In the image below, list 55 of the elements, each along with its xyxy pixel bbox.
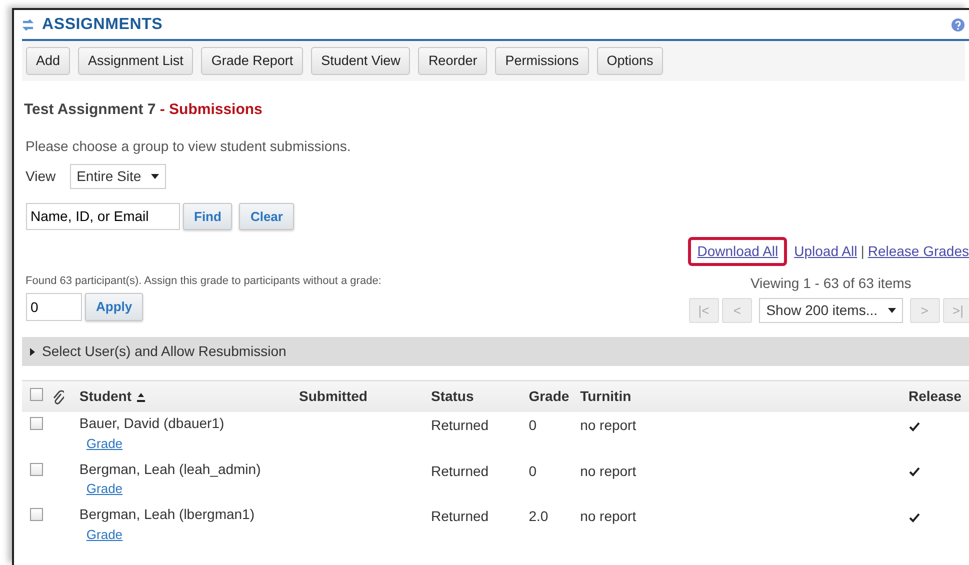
turnitin-cell: no report bbox=[580, 417, 636, 434]
toolbar-button[interactable]: Student View bbox=[311, 47, 410, 76]
row-checkbox[interactable] bbox=[30, 417, 43, 430]
column-header[interactable]: Turnitin bbox=[580, 388, 632, 404]
grade-link[interactable]: Grade bbox=[86, 524, 123, 544]
tool-title: ASSIGNMENTS bbox=[42, 14, 163, 34]
search-field[interactable]: Name, ID, or Email bbox=[26, 203, 180, 230]
sort-icon bbox=[136, 393, 146, 402]
page-size-dropdown[interactable]: Show 200 items... bbox=[759, 298, 902, 323]
turnitin-cell: no report bbox=[580, 462, 636, 479]
view-dropdown[interactable]: Entire Site bbox=[70, 164, 166, 189]
instruction-text: Please choose a group to view student submissions. bbox=[26, 136, 352, 156]
grade-field[interactable]: 0 bbox=[26, 293, 82, 321]
action-link[interactable]: Upload All bbox=[794, 241, 858, 262]
status-cell: Returned bbox=[430, 462, 489, 479]
toolbar-button[interactable]: Grade Report bbox=[201, 47, 304, 76]
arrows-icon bbox=[22, 18, 34, 32]
view-label: View bbox=[26, 166, 56, 186]
row-checkbox[interactable] bbox=[30, 462, 43, 476]
resubmission-label: Select User(s) and Allow Resubmission bbox=[42, 342, 286, 362]
turnitin-cell: no report bbox=[580, 508, 636, 524]
action-link[interactable]: Release Grades bbox=[868, 241, 969, 262]
find-button[interactable]: Find bbox=[183, 202, 232, 230]
toolbar-button[interactable]: Options bbox=[596, 47, 664, 76]
toolbar-button[interactable]: Add bbox=[26, 47, 70, 76]
grade-cell: 0 bbox=[528, 462, 536, 479]
caret-icon bbox=[30, 348, 35, 356]
student-name: Bauer, David (dbauer1) bbox=[79, 415, 226, 433]
separator: | bbox=[860, 242, 864, 262]
column-header[interactable]: Student bbox=[79, 388, 132, 404]
caret-icon bbox=[151, 174, 160, 179]
status-cell: Returned bbox=[430, 508, 489, 524]
select-all-checkbox[interactable] bbox=[30, 388, 43, 402]
student-name: Bergman, Leah (lbergman1) bbox=[79, 506, 256, 524]
grade-link[interactable]: Grade bbox=[86, 479, 123, 499]
toolbar-button[interactable]: Assignment List bbox=[78, 47, 194, 76]
row-checkbox[interactable] bbox=[30, 508, 43, 522]
apply-button[interactable]: Apply bbox=[85, 293, 144, 321]
caret-icon bbox=[888, 308, 896, 313]
paperclip-icon bbox=[52, 390, 64, 406]
action-link[interactable]: Download All bbox=[697, 243, 778, 260]
clear-button[interactable]: Clear bbox=[239, 202, 294, 230]
toolbar-button[interactable]: Permissions bbox=[495, 47, 589, 76]
assignment-title: Test Assignment 7 bbox=[24, 101, 157, 118]
grade-cell: 0 bbox=[528, 417, 536, 434]
status-cell: Returned bbox=[430, 417, 489, 434]
toolbar-button[interactable]: Reorder bbox=[418, 47, 488, 76]
found-text: Found 63 participant(s). Assign this grade to participants without a grade: bbox=[26, 274, 382, 290]
grade-cell: 2.0 bbox=[528, 508, 548, 524]
grade-link[interactable]: Grade bbox=[86, 434, 123, 454]
resubmission-toggle[interactable]: Select User(s) and Allow Resubmission bbox=[22, 337, 969, 366]
student-name: Bergman, Leah (leah_admin) bbox=[79, 460, 262, 478]
page-subtitle: - Submissions bbox=[160, 101, 262, 118]
viewing-text: Viewing 1 - 63 of 63 items bbox=[750, 274, 912, 294]
help-icon[interactable] bbox=[951, 18, 965, 32]
